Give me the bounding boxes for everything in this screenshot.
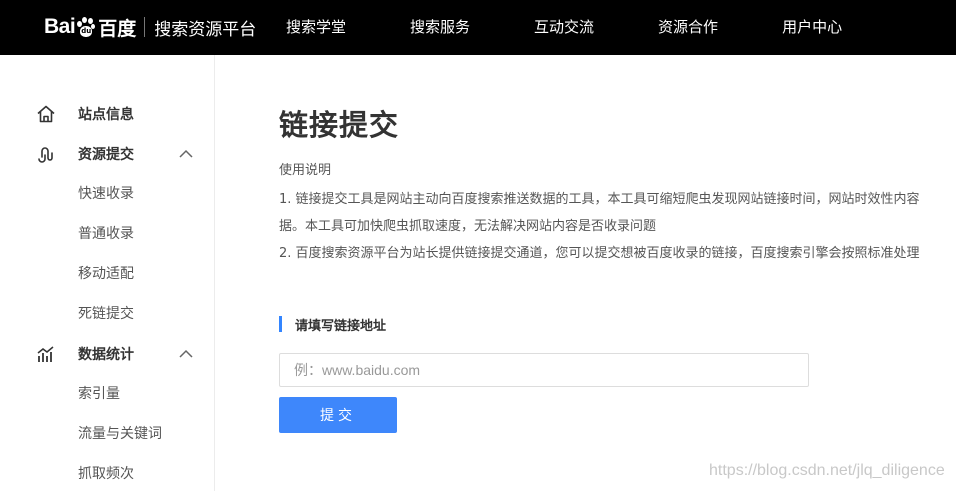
sidebar-item-crawl-frequency[interactable]: 抓取频次 <box>78 463 134 483</box>
top-navigation-bar: Bai du 百度 搜索资源平台 搜索学堂 搜索服务 互动交流 资源合作 用户中… <box>0 0 956 55</box>
logo-separator <box>144 17 146 37</box>
nav-item-interaction[interactable]: 互动交流 <box>534 0 594 55</box>
baidu-logo[interactable]: Bai du 百度 搜索资源平台 <box>44 12 256 42</box>
usage-line: 1. 链接提交工具是网站主动向百度搜索推送数据的工具，本工具可缩短爬虫发现网站链… <box>279 192 920 207</box>
stats-chart-icon <box>37 346 54 362</box>
main-content: 链接提交 使用说明 1. 链接提交工具是网站主动向百度搜索推送数据的工具，本工具… <box>215 55 956 491</box>
baidu-paw-icon: du <box>76 16 96 38</box>
sidebar-item-dead-link[interactable]: 死链提交 <box>78 303 134 323</box>
logo-cn-text: 百度 <box>98 17 137 40</box>
sidebar-item-index-volume[interactable]: 索引量 <box>78 383 120 403</box>
chevron-up-icon[interactable] <box>179 149 193 159</box>
logo-subtitle: 搜索资源平台 <box>154 19 257 40</box>
sidebar: 站点信息 资源提交 快速收录 普通收录 移动适配 死链提交 数据统计 索引量 流… <box>0 55 215 491</box>
nav-item-search-school[interactable]: 搜索学堂 <box>286 0 346 55</box>
submit-button[interactable]: 提交 <box>279 397 397 433</box>
sidebar-group-label: 资源提交 <box>78 147 134 163</box>
nav-item-search-service[interactable]: 搜索服务 <box>410 0 470 55</box>
nav-item-resource-cooperation[interactable]: 资源合作 <box>658 0 718 55</box>
chevron-up-icon[interactable] <box>179 349 193 359</box>
section-accent-bar <box>279 316 282 332</box>
logo-paw-text: du <box>81 27 92 35</box>
usage-title: 使用说明 <box>279 163 332 178</box>
sidebar-group-resource-submit[interactable]: 资源提交 <box>0 134 214 174</box>
url-input[interactable] <box>279 353 809 387</box>
usage-line: 2. 百度搜索资源平台为站长提供链接提交通道，您可以提交想被百度收录的链接，百度… <box>279 246 920 261</box>
section-label: 请填写链接地址 <box>295 318 387 334</box>
section-header: 请填写链接地址 <box>279 315 387 334</box>
sidebar-group-label: 数据统计 <box>78 347 134 363</box>
sidebar-item-fast-index[interactable]: 快速收录 <box>78 183 134 203</box>
sidebar-item-normal-index[interactable]: 普通收录 <box>78 223 134 243</box>
sidebar-item-site-info[interactable]: 站点信息 <box>0 94 214 134</box>
nav-item-user-center[interactable]: 用户中心 <box>782 0 842 55</box>
link-submit-icon <box>38 147 53 163</box>
logo-bai-text: Bai <box>44 15 76 38</box>
sidebar-item-mobile-adapt[interactable]: 移动适配 <box>78 263 134 283</box>
home-icon <box>37 105 55 123</box>
usage-line: 据。本工具可加快爬虫抓取速度，无法解决网站内容是否收录问题 <box>279 219 657 234</box>
watermark-text: https://blog.csdn.net/jlq_diligence <box>709 462 945 479</box>
sidebar-group-data-stats[interactable]: 数据统计 <box>0 334 214 374</box>
sidebar-item-label: 站点信息 <box>78 107 134 123</box>
sidebar-item-traffic-keywords[interactable]: 流量与关键词 <box>78 423 162 443</box>
top-nav: 搜索学堂 搜索服务 互动交流 资源合作 用户中心 <box>270 0 890 55</box>
page-title: 链接提交 <box>279 108 400 142</box>
